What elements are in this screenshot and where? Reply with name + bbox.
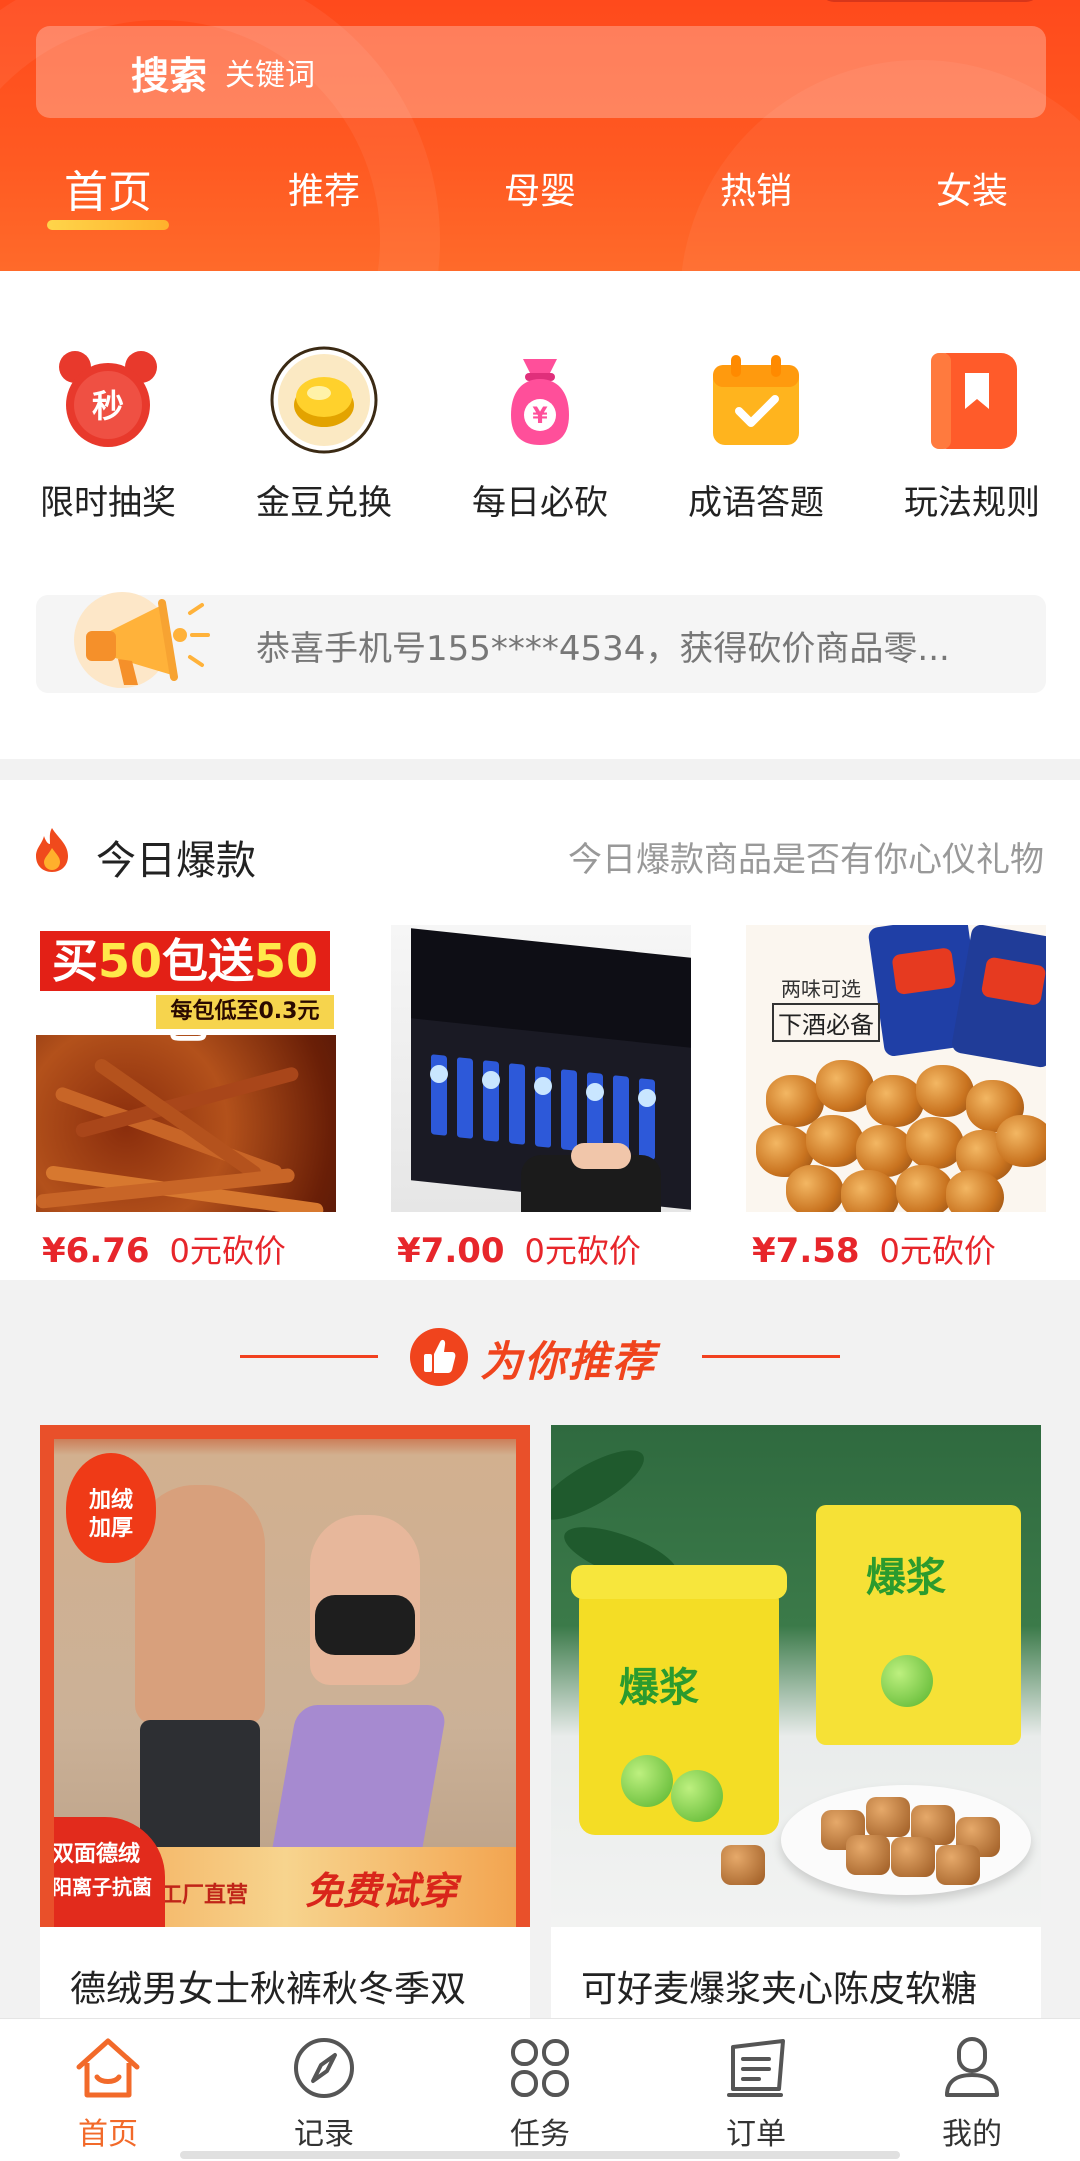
bag-glyph: ¥ bbox=[532, 404, 548, 429]
quick-entry-row: 秒 限时抽奖 金豆兑换 ¥ 每日必砍 成语答题 玩法规则 bbox=[0, 345, 1080, 525]
product-card[interactable]: 爆浆 爆浆 可好麦爆浆夹心陈皮软糖 bbox=[551, 1425, 1041, 2025]
product-card[interactable]: ¥7.00 0元砍价 bbox=[391, 925, 691, 1285]
divider bbox=[702, 1355, 840, 1358]
grid-icon bbox=[511, 2039, 569, 2097]
price: ¥7.58 bbox=[752, 1231, 860, 1271]
megaphone-icon bbox=[62, 565, 232, 695]
entry-idiom-quiz[interactable]: 成语答题 bbox=[648, 345, 864, 525]
status-pill bbox=[820, 0, 1040, 2]
promo-subline: 每包低至0.3元 bbox=[156, 995, 334, 1029]
flame-icon bbox=[36, 828, 68, 872]
section-title: 为你推荐 bbox=[480, 1337, 657, 1386]
promo-headline: 买50包送50包 bbox=[40, 931, 330, 1048]
nav-records[interactable]: 记录 bbox=[216, 2019, 432, 2161]
alarm-glyph: 秒 bbox=[92, 387, 124, 425]
nav-label: 记录 bbox=[294, 2117, 354, 2152]
header: 搜索 关键词 首页 推荐 母婴 热销 女装 bbox=[0, 0, 1080, 271]
entry-daily-bargain[interactable]: ¥ 每日必砍 bbox=[432, 345, 648, 525]
bargain-label[interactable]: 0元砍价 bbox=[880, 1226, 996, 1272]
product-image: 买50包送50包 每包低至0.3元 bbox=[36, 925, 336, 1212]
tab-home[interactable]: 首页 bbox=[0, 150, 216, 230]
entry-lottery[interactable]: 秒 限时抽奖 bbox=[0, 345, 216, 525]
gold-coin-icon bbox=[269, 345, 379, 455]
price: ¥6.76 bbox=[42, 1231, 150, 1271]
tab-recommend[interactable]: 推荐 bbox=[216, 150, 432, 230]
active-tab-indicator bbox=[47, 220, 169, 230]
nav-home[interactable]: 首页 bbox=[0, 2019, 216, 2161]
winner-notice-bar[interactable]: 恭喜手机号155****4534，获得砍价商品零... bbox=[36, 592, 1046, 693]
nav-profile[interactable]: 我的 bbox=[864, 2019, 1080, 2161]
hot-items-section: 今日爆款 今日爆款商品是否有你心仪礼物 买50包送50包 每包低至0.3元 ¥6… bbox=[0, 780, 1080, 1280]
recommend-header: 为你推荐 bbox=[0, 1290, 1080, 1420]
notice-text: 恭喜手机号155****4534，获得砍价商品零... bbox=[256, 629, 950, 669]
divider bbox=[240, 1355, 378, 1358]
tab-womens-wear[interactable]: 女装 bbox=[864, 150, 1080, 230]
nav-tasks[interactable]: 任务 bbox=[432, 2019, 648, 2161]
pack-text: 爆浆 bbox=[619, 1665, 699, 1711]
bottom-nav: 首页 记录 任务 订单 我的 bbox=[0, 2018, 1080, 2161]
entry-rules[interactable]: 玩法规则 bbox=[864, 345, 1080, 525]
entry-label: 玩法规则 bbox=[904, 483, 1040, 523]
product-image: 工厂直营 免费试穿 双面德绒 阳离子抗菌 加绒 加厚 bbox=[40, 1425, 530, 1927]
tab-baby[interactable]: 母婴 bbox=[432, 150, 648, 230]
search-bar[interactable]: 搜索 关键词 bbox=[36, 26, 1046, 118]
bargain-label[interactable]: 0元砍价 bbox=[170, 1226, 286, 1272]
tab-label: 推荐 bbox=[287, 171, 360, 212]
nav-label: 我的 bbox=[942, 2117, 1002, 2152]
product-image: 两味可选 下酒必备 bbox=[746, 925, 1046, 1212]
order-icon bbox=[727, 2039, 785, 2097]
nav-label: 订单 bbox=[726, 2117, 786, 2152]
product-name: 可好麦爆浆夹心陈皮软糖 bbox=[581, 1969, 978, 2010]
nav-label: 任务 bbox=[510, 2117, 570, 2152]
section-subtitle: 今日爆款商品是否有你心仪礼物 bbox=[568, 840, 1044, 880]
product-image: 爆浆 爆浆 bbox=[551, 1425, 1041, 1927]
alarm-clock-icon: 秒 bbox=[53, 345, 163, 455]
home-indicator bbox=[180, 2151, 900, 2159]
entry-label: 金豆兑换 bbox=[256, 483, 392, 523]
product-card[interactable]: 工厂直营 免费试穿 双面德绒 阳离子抗菌 加绒 加厚 德绒男女士秋裤秋冬季双 bbox=[40, 1425, 530, 2025]
category-tabs: 首页 推荐 母婴 热销 女装 bbox=[0, 150, 1080, 230]
tab-label: 热销 bbox=[719, 171, 792, 212]
product-name: 德绒男女士秋裤秋冬季双 bbox=[70, 1969, 467, 2010]
tab-label: 母婴 bbox=[503, 171, 576, 212]
entry-label: 每日必砍 bbox=[472, 483, 608, 523]
home-icon bbox=[76, 2038, 140, 2098]
calendar-check-icon bbox=[701, 345, 811, 455]
bargain-label[interactable]: 0元砍价 bbox=[525, 1226, 641, 1272]
entry-label: 限时抽奖 bbox=[40, 483, 176, 523]
nav-label: 首页 bbox=[78, 2117, 138, 2152]
rule-book-icon bbox=[917, 345, 1027, 455]
product-tag: 下酒必备 bbox=[772, 1003, 880, 1042]
search-label: 搜索 bbox=[131, 53, 208, 98]
section-title: 今日爆款 bbox=[96, 838, 256, 884]
product-image bbox=[391, 925, 691, 1212]
price: ¥7.00 bbox=[397, 1231, 505, 1271]
entry-gold-bean-exchange[interactable]: 金豆兑换 bbox=[216, 345, 432, 525]
product-card[interactable]: 买50包送50包 每包低至0.3元 ¥6.76 0元砍价 bbox=[36, 925, 336, 1285]
feature-badge: 加绒 加厚 bbox=[66, 1453, 156, 1563]
entry-label: 成语答题 bbox=[688, 483, 824, 523]
pack-text: 爆浆 bbox=[866, 1555, 946, 1601]
money-bag-icon: ¥ bbox=[485, 345, 595, 455]
thumbs-up-icon bbox=[410, 1328, 468, 1386]
tab-label: 女装 bbox=[935, 171, 1008, 212]
tab-label: 首页 bbox=[64, 167, 152, 218]
product-tag: 两味可选 bbox=[781, 977, 861, 1001]
tab-hot-sale[interactable]: 热销 bbox=[648, 150, 864, 230]
search-input[interactable]: 关键词 bbox=[225, 50, 315, 94]
compass-icon bbox=[294, 2038, 354, 2098]
profile-icon bbox=[945, 2037, 999, 2097]
nav-orders[interactable]: 订单 bbox=[648, 2019, 864, 2161]
product-card[interactable]: 两味可选 下酒必备 ¥7.58 0元砍价 bbox=[746, 925, 1046, 1285]
hot-items-list: 买50包送50包 每包低至0.3元 ¥6.76 0元砍价 bbox=[36, 925, 1046, 1285]
